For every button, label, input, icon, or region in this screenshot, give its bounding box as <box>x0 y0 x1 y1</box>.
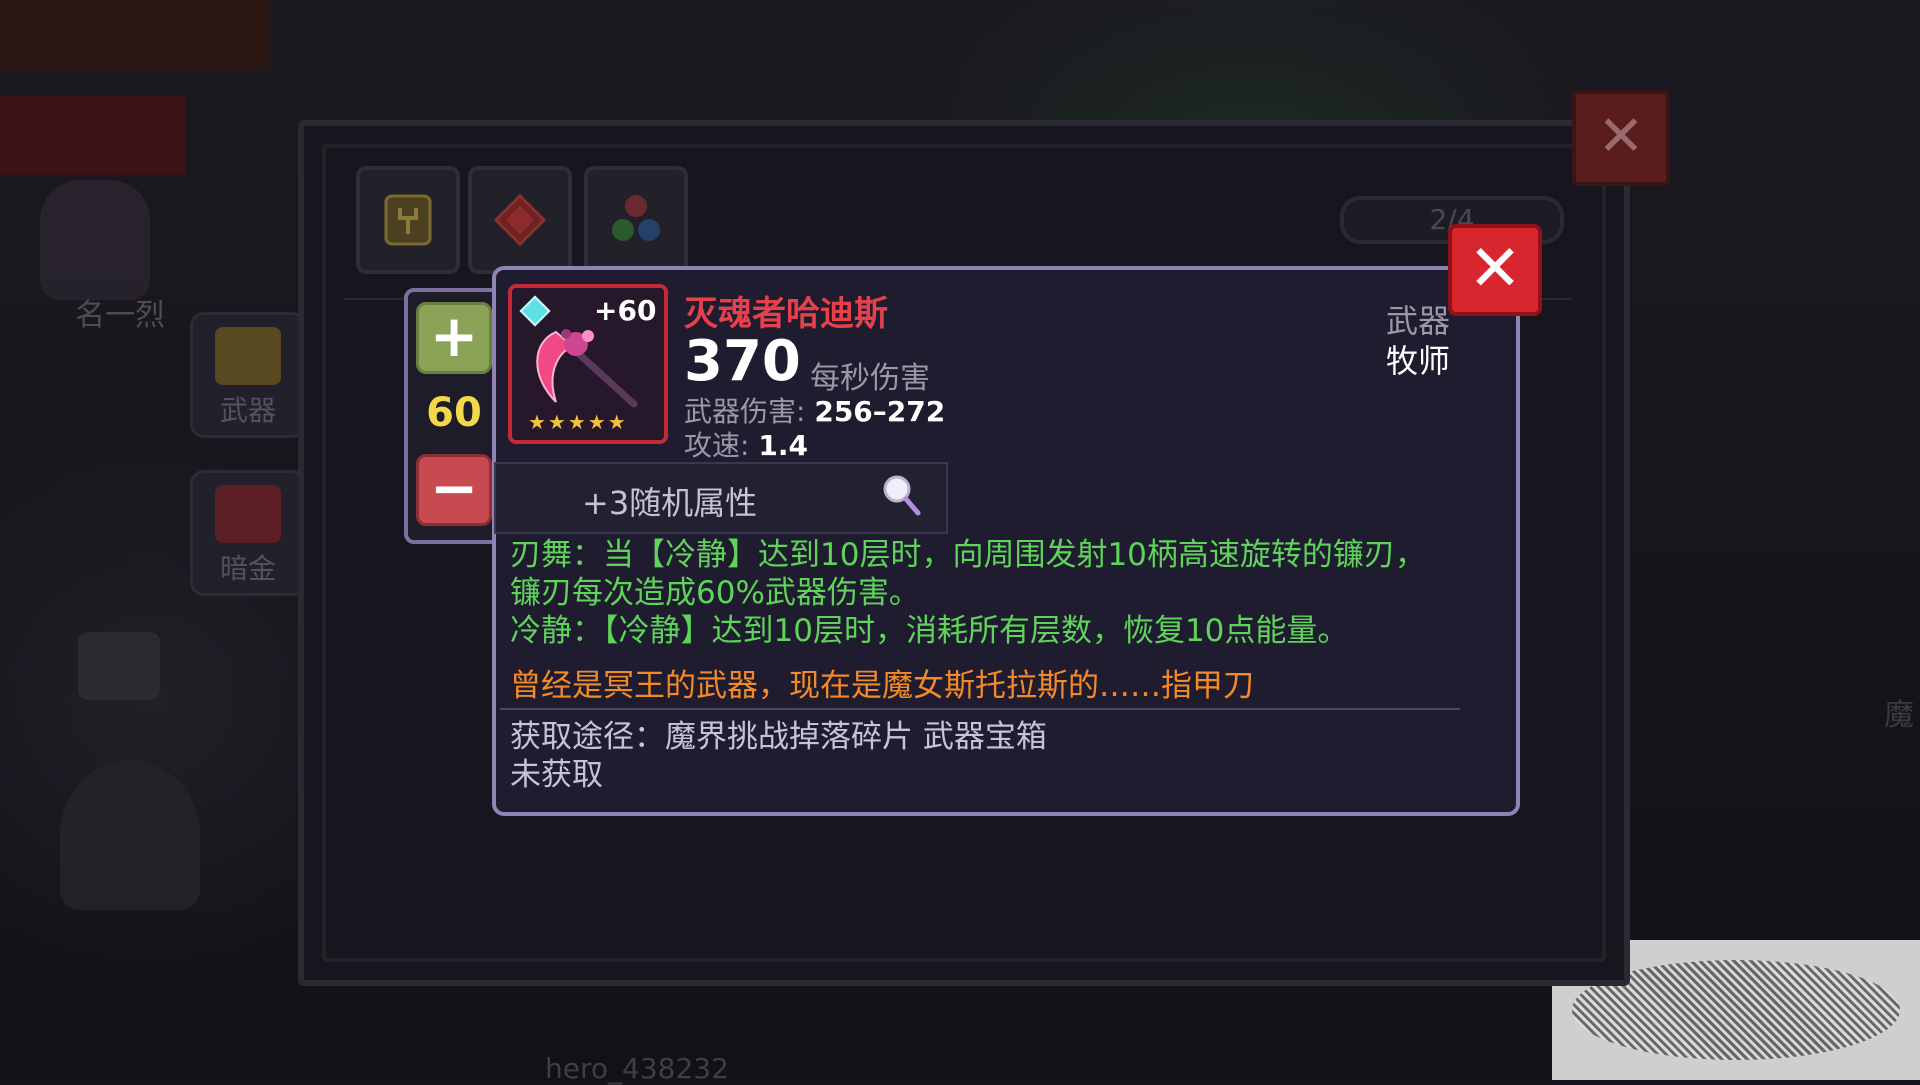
item-class: 牧师 <box>1385 342 1450 380</box>
side-tab-dark-gold[interactable]: 暗金 <box>190 470 306 596</box>
item-stars: ★★★★★ <box>528 410 628 434</box>
level-minus-button[interactable]: − <box>416 454 492 526</box>
item-skill-description: 刃舞：当【冷静】达到10层时，向周围发射10柄高速旋转的镰刃，镰刃每次造成60%… <box>510 536 1450 650</box>
item-icon-frame: +60 ★★★★★ <box>508 284 668 444</box>
side-tab-dark-gold-label: 暗金 <box>219 552 276 585</box>
speed-value: 1.4 <box>758 429 808 462</box>
skill-calm: 冷静：【冷静】达到10层时，消耗所有层数，恢复10点能量。 <box>510 613 1349 649</box>
item-lore: 曾经是冥王的武器，现在是魔女斯托拉斯的……指甲刀 <box>510 668 1254 704</box>
item-source: 获取途径：魔界挑战掉落碎片 武器宝箱 未获取 <box>510 718 1047 794</box>
magnifier-icon[interactable] <box>882 474 922 518</box>
item-name: 灭魂者哈迪斯 <box>684 294 888 334</box>
weapon-tab-icon <box>215 327 281 385</box>
side-tab-weapon-label: 武器 <box>219 394 276 427</box>
orbs-icon <box>612 195 660 241</box>
background-player-name: 名一烈 <box>75 298 165 333</box>
damage-value: 256–272 <box>814 395 946 428</box>
item-obtain-status: 未获取 <box>510 757 603 793</box>
background-red-block <box>0 95 185 175</box>
filter-gem-button[interactable] <box>468 166 572 274</box>
background-edge-text: 魔 <box>1884 698 1914 733</box>
ruby-icon <box>493 193 547 247</box>
background-wizard <box>60 760 200 910</box>
shield-icon <box>384 194 432 246</box>
scythe-icon <box>536 329 638 408</box>
background-character <box>40 180 150 300</box>
close-button[interactable]: ✕ <box>1448 224 1542 316</box>
monitor-icon <box>78 632 160 700</box>
item-attack-speed: 攻速: 1.4 <box>684 424 808 464</box>
background-hero-name: hero_438232 <box>545 1052 729 1085</box>
random-attr-row[interactable]: +3随机属性 <box>494 462 948 534</box>
level-stepper: + 60 − <box>404 288 504 544</box>
filter-weapon-button[interactable] <box>356 166 460 274</box>
outer-close-button[interactable]: ✕ <box>1572 90 1670 186</box>
item-dps: 370 <box>684 329 801 394</box>
speed-label: 攻速: <box>684 429 759 462</box>
random-attr-label: +3随机属性 <box>582 484 758 522</box>
item-source-text: 获取途径：魔界挑战掉落碎片 武器宝箱 <box>510 719 1047 755</box>
background-banner <box>0 0 270 70</box>
side-tab-weapon[interactable]: 武器 <box>190 312 306 438</box>
level-plus-button[interactable]: + <box>416 302 492 374</box>
level-value: 60 <box>426 390 482 436</box>
skill-blade-dance: 刃舞：当【冷静】达到10层时，向周围发射10柄高速旋转的镰刃，镰刃每次造成60%… <box>510 537 1426 611</box>
panel-divider <box>500 708 1460 710</box>
dark-gold-tab-icon <box>215 485 281 543</box>
filter-orbs-button[interactable] <box>584 166 688 274</box>
